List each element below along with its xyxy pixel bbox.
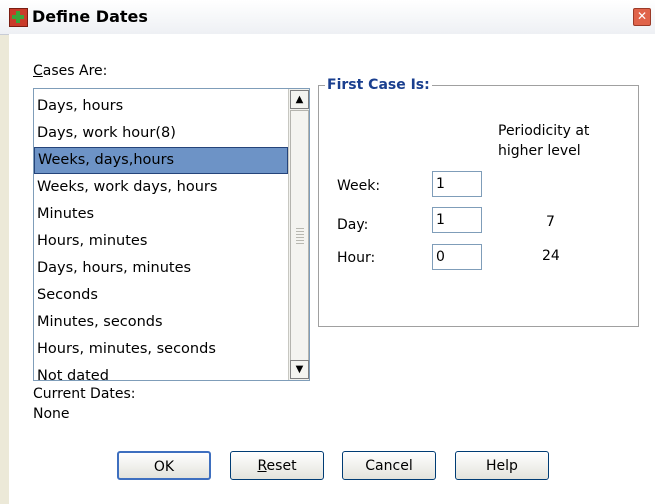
scroll-down-icon[interactable]: ▼ xyxy=(290,360,309,379)
dialog-title: Define Dates xyxy=(32,7,148,26)
cases-are-listbox[interactable]: Days, hours Days, work hour(8) Weeks, da… xyxy=(33,88,310,381)
title-bar[interactable]: Define Dates ✕ xyxy=(0,0,655,35)
list-item[interactable]: Days, work hour(8) xyxy=(34,120,288,147)
list-item[interactable]: Weeks, work days, hours xyxy=(34,174,288,201)
periodicity-header: Periodicity at higher level xyxy=(498,123,590,159)
ok-button[interactable]: OK xyxy=(117,451,211,480)
current-dates-value: None xyxy=(33,406,70,422)
list-item-selected[interactable]: Weeks, days,hours xyxy=(34,147,288,174)
week-field[interactable] xyxy=(432,171,482,197)
close-icon[interactable]: ✕ xyxy=(633,8,651,26)
list-item[interactable]: Seconds xyxy=(34,282,288,309)
list-item[interactable]: Minutes, seconds xyxy=(34,309,288,336)
spss-dialog-icon xyxy=(9,8,28,27)
list-item[interactable]: Not dated xyxy=(34,363,288,380)
list-item[interactable]: Minutes xyxy=(34,201,288,228)
week-label: Week: xyxy=(337,178,381,194)
current-dates-label: Current Dates: xyxy=(33,386,136,402)
define-dates-dialog: Define Dates ✕ Cases Are: Days, hours Da… xyxy=(0,0,655,504)
list-item[interactable]: Hours, minutes, seconds xyxy=(34,336,288,363)
hour-field[interactable] xyxy=(432,244,482,270)
dialog-content: Cases Are: Days, hours Days, work hour(8… xyxy=(9,34,655,504)
reset-button[interactable]: Reset xyxy=(230,451,324,480)
listbox-scrollbar[interactable]: ▲ ▼ xyxy=(288,89,309,380)
hour-periodicity: 24 xyxy=(542,248,560,264)
first-case-group: First Case Is: xyxy=(318,77,639,327)
grip-icon xyxy=(296,228,304,244)
hour-label: Hour: xyxy=(337,250,376,266)
cases-are-label: Cases Are: xyxy=(33,63,108,79)
day-periodicity: 7 xyxy=(546,214,555,230)
first-case-legend: First Case Is: xyxy=(327,77,430,93)
day-field[interactable] xyxy=(432,207,482,233)
list-item[interactable]: Days, hours xyxy=(34,93,288,120)
scroll-thumb[interactable] xyxy=(290,110,309,362)
scroll-up-icon[interactable]: ▲ xyxy=(290,90,309,109)
list-item[interactable]: Days, hours, minutes xyxy=(34,255,288,282)
cancel-button[interactable]: Cancel xyxy=(342,451,436,480)
list-item[interactable]: Hours, minutes xyxy=(34,228,288,255)
day-label: Day: xyxy=(337,217,369,233)
help-button[interactable]: Help xyxy=(455,451,549,480)
